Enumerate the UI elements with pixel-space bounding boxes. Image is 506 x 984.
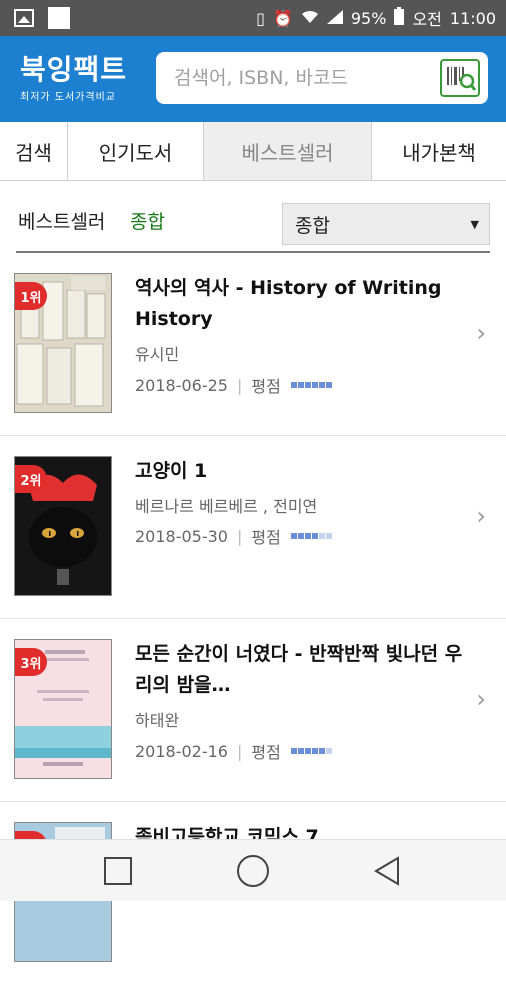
- book-item[interactable]: 2위 고양이 1 베르나르 베르베르 , 전미연 2018-05-30 | 평점…: [0, 435, 506, 618]
- book-cover: 1위: [14, 273, 112, 413]
- vibrate-icon: ▯: [256, 8, 265, 28]
- book-meta: 2018-02-16 | 평점: [135, 739, 332, 763]
- wifi-icon: [301, 9, 319, 28]
- book-cover: 3위: [14, 639, 112, 779]
- book-title: 역사의 역사 - History of Writing History: [135, 277, 442, 330]
- logo-subtitle: 최저가 도서가격비교: [20, 92, 116, 103]
- clock-time: 11:00: [449, 8, 496, 28]
- section-title: 베스트셀러: [18, 211, 106, 233]
- signal-icon: [326, 9, 343, 28]
- system-navigation-bar: [0, 839, 506, 901]
- chevron-right-icon: ›: [476, 685, 486, 713]
- book-title: 고양이 1: [135, 460, 208, 482]
- filter-bar: 베스트셀러 종합 종합 ▼: [0, 181, 506, 253]
- alarm-icon: ⏰: [272, 8, 293, 28]
- rank-badge: 1위: [15, 282, 47, 310]
- book-author: 베르나르 베르베르 , 전미연: [135, 497, 318, 516]
- app-header: 북잉팩트 최저가 도서가격비교: [0, 36, 506, 122]
- tab-my-books[interactable]: 내가본책: [372, 122, 506, 180]
- rating-label: 평점: [251, 528, 281, 547]
- recent-apps-icon[interactable]: [104, 857, 132, 885]
- chevron-right-icon: ›: [476, 502, 486, 530]
- rating-bar: [290, 382, 332, 388]
- rank-badge: 2위: [15, 465, 47, 493]
- rating-label: 평점: [251, 743, 281, 762]
- book-meta: 2018-06-25 | 평점: [135, 373, 332, 397]
- book-meta: 2018-05-30 | 평점: [135, 524, 332, 548]
- book-title: 모든 순간이 너였다 - 반짝반짝 빛나던 우리의 밤을…: [135, 643, 463, 696]
- app-logo[interactable]: 북잉팩트 최저가 도서가격비교: [20, 53, 128, 104]
- tab-bar: 검색 인기도서 베스트셀러 내가본책: [0, 122, 506, 181]
- book-cover: 2위: [14, 456, 112, 596]
- logo-title: 북잉팩트: [20, 53, 128, 86]
- tab-popular[interactable]: 인기도서: [68, 122, 204, 180]
- current-category: 종합: [130, 211, 165, 233]
- rank-badge: 3위: [15, 648, 47, 676]
- battery-icon: [394, 7, 405, 29]
- search-input[interactable]: [172, 66, 426, 90]
- book-author: 하태완: [135, 711, 180, 730]
- barcode-scan-icon[interactable]: [440, 59, 480, 97]
- book-date: 2018-02-16: [135, 741, 228, 761]
- category-select[interactable]: 종합 ▼: [282, 203, 490, 245]
- home-icon[interactable]: [237, 855, 269, 887]
- chevron-right-icon: ›: [476, 319, 486, 347]
- rating-bar: [290, 748, 332, 754]
- back-icon[interactable]: [374, 856, 400, 890]
- book-date: 2018-06-25: [135, 375, 228, 395]
- book-author: 유시민: [135, 345, 180, 364]
- clock-ampm: 오전: [412, 10, 442, 29]
- tab-bestseller[interactable]: 베스트셀러: [204, 122, 372, 180]
- app-notification-icon: [48, 7, 70, 29]
- dropdown-arrow-icon: ▼: [470, 218, 479, 231]
- category-select-value: 종합: [295, 214, 330, 237]
- search-box[interactable]: [156, 52, 488, 104]
- book-item[interactable]: 1위 역사의 역사 - History of Writing History 유…: [0, 253, 506, 435]
- rating-label: 평점: [251, 377, 281, 396]
- status-bar: ▯ ⏰ 95% 오전 11:00: [0, 0, 506, 36]
- rating-bar: [290, 533, 332, 539]
- book-date: 2018-05-30: [135, 526, 228, 546]
- gallery-notification-icon: [14, 9, 34, 27]
- tab-search[interactable]: 검색: [0, 122, 68, 180]
- book-item[interactable]: 3위 모든 순간이 너였다 - 반짝반짝 빛나던 우리의 밤을… 하태완 201…: [0, 618, 506, 801]
- battery-percent: 95%: [350, 8, 387, 28]
